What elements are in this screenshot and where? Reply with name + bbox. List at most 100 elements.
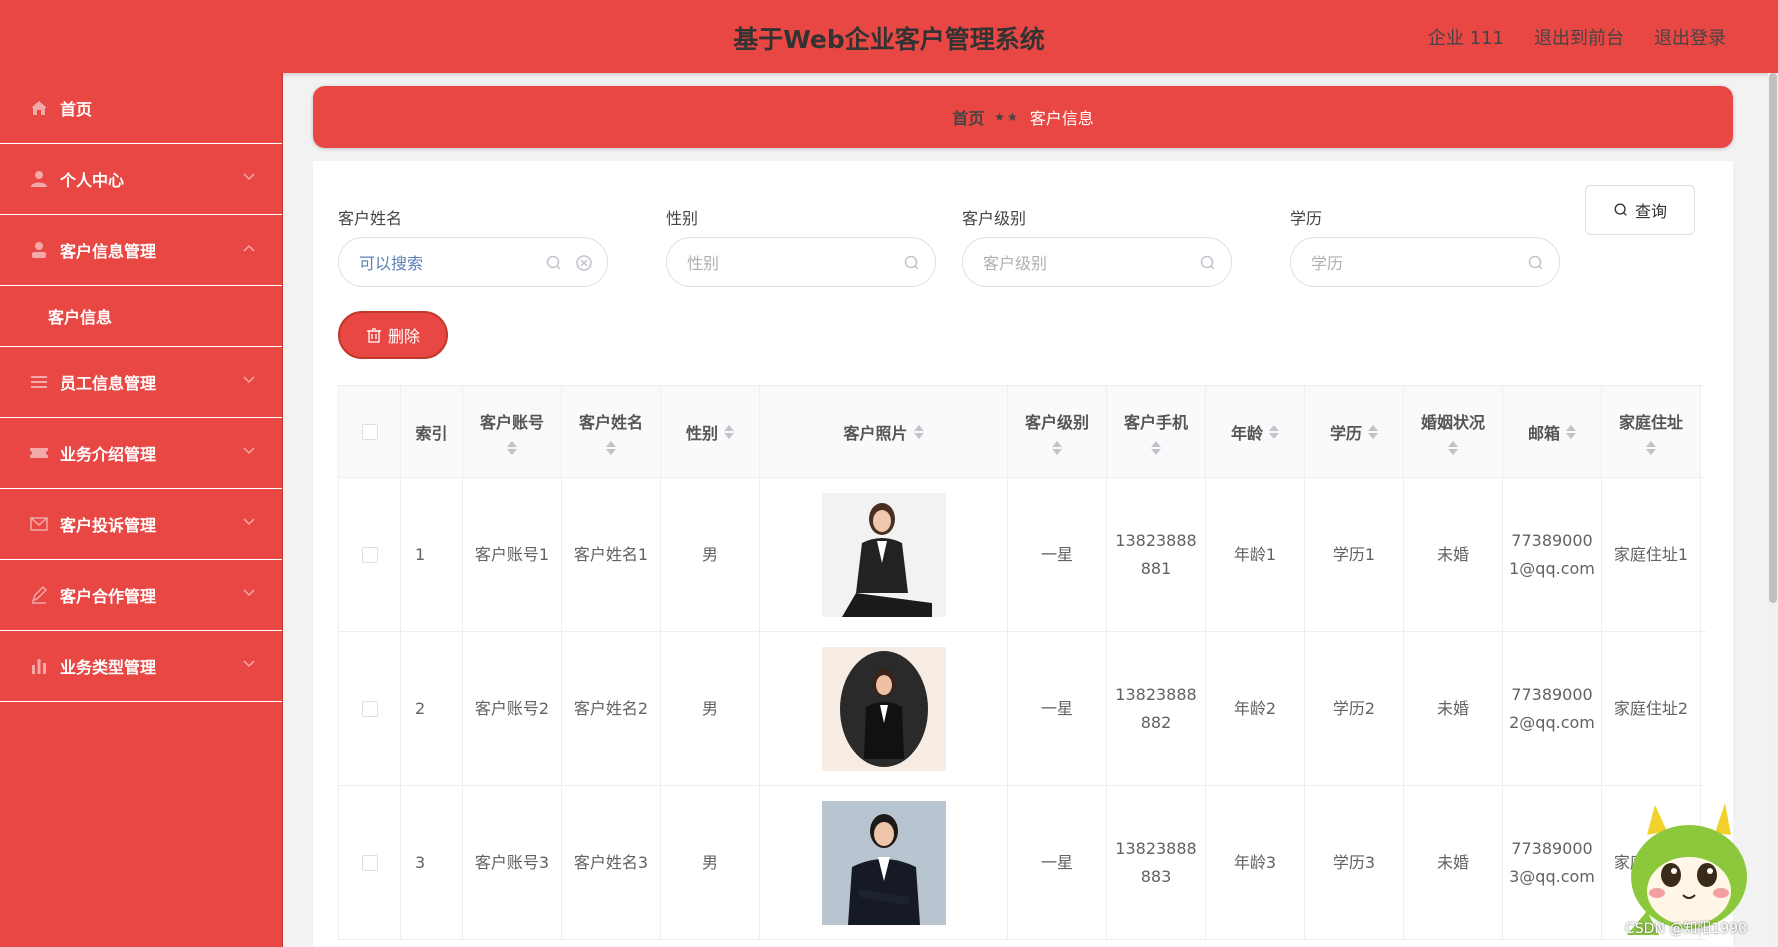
cell-marriage: 未婚 (1404, 632, 1503, 785)
cell-education: 学历1 (1305, 478, 1404, 631)
th-index-label: 索引 (415, 423, 448, 443)
select-all-checkbox[interactable] (361, 423, 378, 440)
cell-index: 2 (401, 632, 463, 785)
current-user[interactable]: 企业 111 (1428, 24, 1504, 50)
table-row[interactable]: 3 客户账号3 客户姓名3 男 一星 13823888883 年龄3 学历3 未… (339, 786, 1706, 940)
sidebar-item-home[interactable]: 首页 (0, 73, 282, 144)
row-select-cell (339, 786, 401, 939)
cell-photo (760, 632, 1008, 785)
breadcrumb: 首页 ★★ 客户信息 (313, 86, 1733, 148)
chevron-down-icon (242, 657, 256, 671)
customer-level-placeholder: 客户级别 (983, 254, 1048, 273)
cell-email: 773890001@qq.com (1503, 478, 1602, 631)
cell-photo (760, 786, 1008, 939)
sidebar-subitem-customer-info[interactable]: 客户信息 (0, 286, 282, 347)
customer-level-input[interactable]: 客户级别 (962, 237, 1232, 287)
table-row[interactable]: 1 客户账号1 客户姓名1 男 一星 13823888881 年龄1 学历1 未… (339, 478, 1706, 632)
cell-account: 客户账号3 (463, 786, 562, 939)
list-icon (28, 371, 50, 393)
customer-name-label: 客户姓名 (338, 209, 403, 228)
breadcrumb-current: 客户信息 (1029, 109, 1094, 128)
row-checkbox[interactable] (361, 700, 378, 717)
th-phone[interactable]: 客户手机 (1107, 386, 1206, 477)
sidebar-item-business-type-mgmt[interactable]: 业务类型管理 (0, 631, 282, 702)
cell-age: 年龄1 (1206, 478, 1305, 631)
sort-icon[interactable] (913, 424, 924, 439)
customer-level-label: 客户级别 (962, 209, 1027, 228)
th-email[interactable]: 邮箱 (1503, 386, 1602, 477)
sort-icon[interactable] (1052, 440, 1062, 455)
customer-name-value: 可以搜索 (359, 254, 424, 273)
delete-button[interactable]: 删除 (338, 311, 448, 359)
row-checkbox[interactable] (361, 854, 378, 871)
cell-level: 一星 (1008, 478, 1107, 631)
sidebar-item-employee-mgmt[interactable]: 员工信息管理 (0, 347, 282, 418)
th-age-label: 年龄 (1230, 423, 1263, 443)
cell-level: 一星 (1008, 786, 1107, 939)
sidebar-item-profile[interactable]: 个人中心 (0, 144, 282, 215)
education-input[interactable]: 学历 (1290, 237, 1560, 287)
cell-phone: 13823888882 (1107, 632, 1206, 785)
th-age[interactable]: 年龄 (1206, 386, 1305, 477)
sort-icon[interactable] (606, 440, 616, 455)
sidebar-item-business-intro-mgmt[interactable]: 业务介绍管理 (0, 418, 282, 489)
clear-icon[interactable] (575, 254, 593, 272)
pen-icon (28, 584, 50, 606)
logout-link[interactable]: 退出登录 (1654, 24, 1726, 50)
cell-address: 家庭住址1 (1602, 478, 1701, 631)
sidebar-item-complaint-mgmt[interactable]: 客户投诉管理 (0, 489, 282, 560)
page-scrollbar[interactable] (1768, 73, 1778, 947)
cell-name: 客户姓名2 (562, 632, 661, 785)
th-photo[interactable]: 客户照片 (760, 386, 1008, 477)
th-account-label: 客户账号 (479, 412, 544, 432)
cell-gender: 男 (661, 786, 760, 939)
sort-icon[interactable] (1269, 424, 1279, 439)
sort-icon[interactable] (1151, 440, 1161, 455)
sort-icon[interactable] (1566, 424, 1576, 439)
customer-photo[interactable] (821, 646, 946, 771)
sidebar-item-label: 业务介绍管理 (60, 445, 157, 464)
th-level[interactable]: 客户级别 (1008, 386, 1107, 477)
sidebar-item-label: 客户投诉管理 (60, 516, 157, 535)
cell-gender: 男 (661, 632, 760, 785)
breadcrumb-home[interactable]: 首页 (952, 105, 984, 129)
sort-icon[interactable] (507, 440, 517, 455)
scrollbar-thumb[interactable] (1769, 73, 1777, 603)
sidebar-item-customer-mgmt[interactable]: 客户信息管理 (0, 215, 282, 286)
th-gender[interactable]: 性别 (661, 386, 760, 477)
th-address[interactable]: 家庭住址 (1602, 386, 1701, 477)
cell-marriage: 未婚 (1404, 478, 1503, 631)
th-account[interactable]: 客户账号 (463, 386, 562, 477)
search-icon (546, 255, 561, 270)
query-button[interactable]: 查询 (1585, 185, 1695, 235)
sort-icon[interactable] (724, 424, 734, 439)
cell-gender: 男 (661, 478, 760, 631)
th-name[interactable]: 客户姓名 (562, 386, 661, 477)
th-education[interactable]: 学历 (1305, 386, 1404, 477)
th-address-label: 家庭住址 (1618, 412, 1683, 432)
cell-age: 年龄2 (1206, 632, 1305, 785)
cell-name: 客户姓名3 (562, 786, 661, 939)
sidebar-item-label: 业务类型管理 (60, 658, 157, 677)
exit-to-front-link[interactable]: 退出到前台 (1534, 24, 1624, 50)
th-marriage[interactable]: 婚姻状况 (1404, 386, 1503, 477)
customer-photo[interactable] (821, 800, 946, 925)
sort-icon[interactable] (1646, 440, 1656, 455)
sidebar-subitem-label: 客户信息 (48, 308, 113, 327)
cell-marriage: 未婚 (1404, 786, 1503, 939)
sort-icon[interactable] (1368, 424, 1378, 439)
row-checkbox[interactable] (361, 546, 378, 563)
breadcrumb-separator: ★★ (994, 110, 1020, 124)
th-phone-label: 客户手机 (1123, 412, 1188, 432)
sidebar-item-cooperation-mgmt[interactable]: 客户合作管理 (0, 560, 282, 631)
customer-photo[interactable] (821, 492, 946, 617)
cell-education: 学历2 (1305, 632, 1404, 785)
search-icon (1528, 255, 1543, 270)
customer-name-input[interactable]: 可以搜索 (338, 237, 608, 287)
user-icon (28, 168, 50, 190)
customer-icon (28, 239, 50, 261)
table-row[interactable]: 2 客户账号2 客户姓名2 男 一星 13823888882 年龄2 学历2 未… (339, 632, 1706, 786)
sort-icon[interactable] (1448, 440, 1458, 455)
gender-input[interactable]: 性别 (666, 237, 936, 287)
cell-phone: 13823888883 (1107, 786, 1206, 939)
